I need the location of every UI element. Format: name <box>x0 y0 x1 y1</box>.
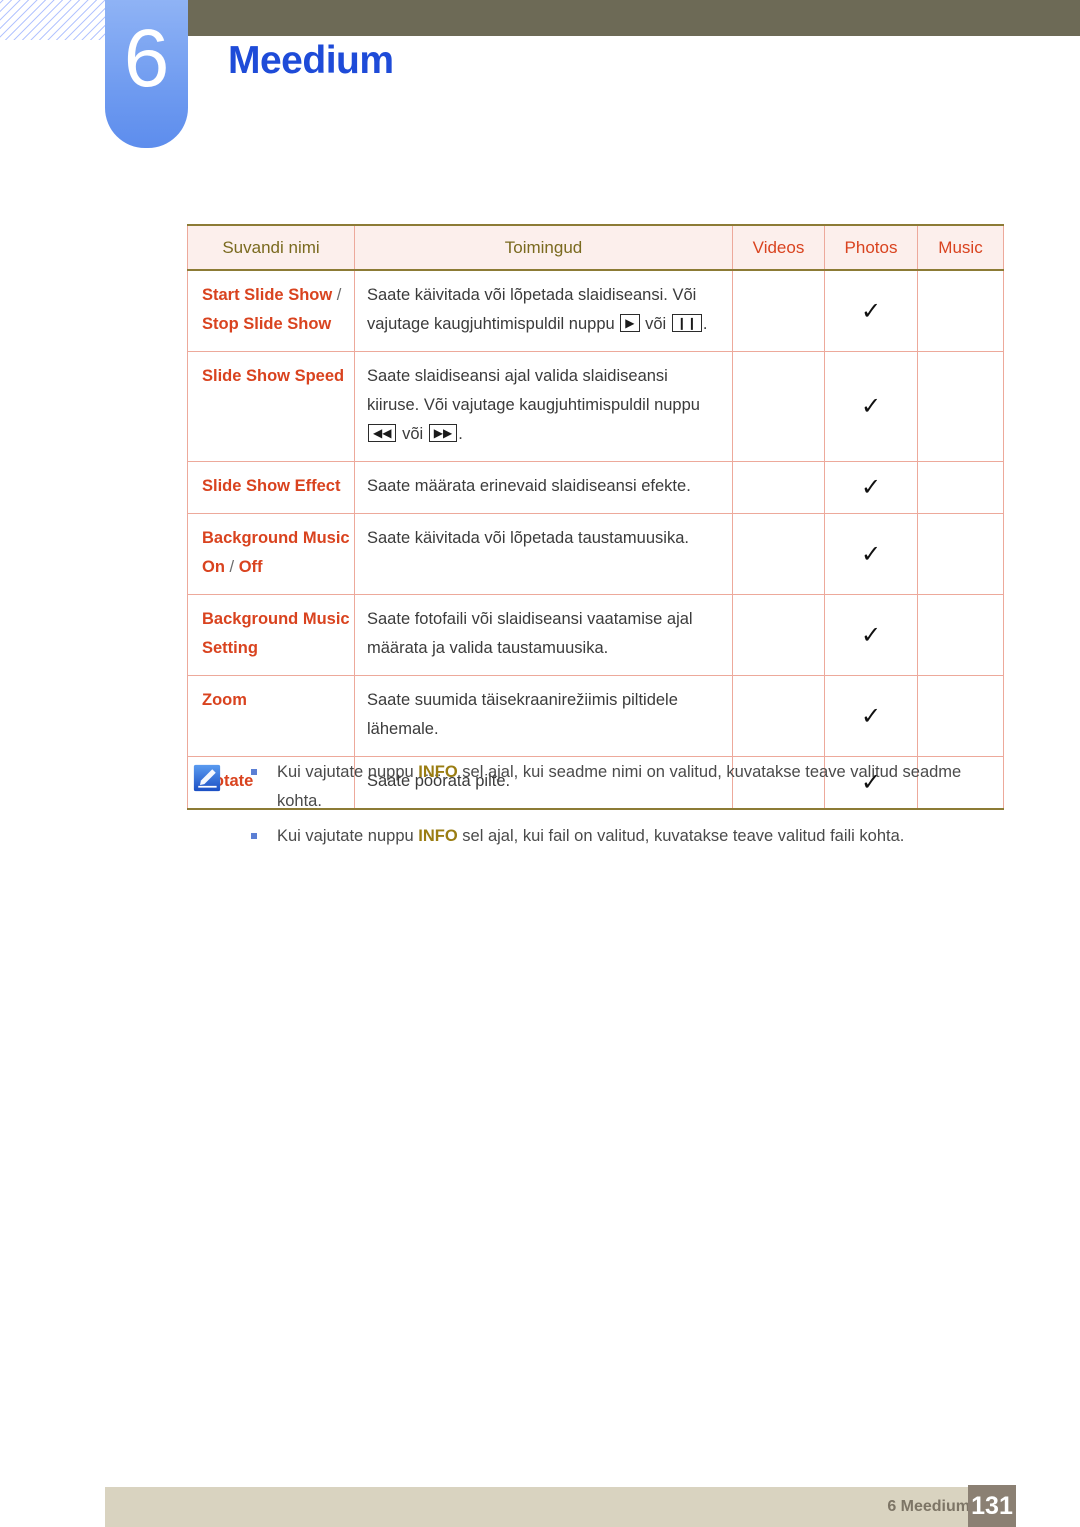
support-music-cell <box>917 269 1004 352</box>
action-text-line-2: lähemale. <box>367 720 439 738</box>
table-row: Start Slide Show / Stop Slide Show Saate… <box>187 269 1004 352</box>
action-text-line-1: Saate slaidiseansi ajal valida slaidisea… <box>367 367 668 385</box>
chapter-number: 6 <box>123 13 170 104</box>
action-cell: Saate käivitada või lõpetada slaidiseans… <box>354 269 733 352</box>
option-name-part-2: Off <box>238 558 263 576</box>
action-text-line-1: Saate käivitada või lõpetada slaidiseans… <box>367 286 697 304</box>
note-text-pre: Kui vajutate nuppu <box>277 763 419 781</box>
action-conjunction: või <box>645 315 667 333</box>
support-photos-cell: ✓ <box>824 461 918 514</box>
column-header-music: Music <box>917 224 1004 271</box>
bullet-icon <box>251 833 257 839</box>
footer-chapter-label: 6 Meedium <box>887 1498 970 1515</box>
page-title: Meedium <box>228 39 394 82</box>
option-name-part-1: Slide Show Speed <box>202 367 345 385</box>
info-key-label: INFO <box>418 763 458 781</box>
note-text-post: sel ajal, kui fail on valitud, kuvatakse… <box>457 827 905 845</box>
rewind-icon: ◀◀ <box>368 424 397 442</box>
list-item: Kui vajutate nuppu INFO sel ajal, kui se… <box>245 758 1003 816</box>
option-name-cell: Slide Show Effect <box>187 461 355 514</box>
action-text-line-2: kiiruse. Või vajutage kaugjuhtimispuldil… <box>367 396 700 414</box>
support-videos-cell <box>732 351 825 462</box>
action-text-line-2: määrata ja valida taustamuusika. <box>367 639 609 657</box>
action-text-line-1: Saate käivitada või lõpetada taustamuusi… <box>367 529 689 547</box>
media-options-table: Suvandi nimi Toimingud Videos Photos Mus… <box>187 224 1004 810</box>
table-row: Slide Show Speed Saate slaidiseansi ajal… <box>187 351 1004 462</box>
support-photos-cell: ✓ <box>824 675 918 757</box>
support-videos-cell <box>732 594 825 676</box>
pause-icon: ❙❙ <box>671 314 702 332</box>
support-music-cell <box>917 513 1004 595</box>
option-name-part-1: Zoom <box>202 691 247 709</box>
action-text-line-1: Saate suumida täisekraanirežiimis piltid… <box>367 691 678 709</box>
footer-bar <box>105 1487 975 1527</box>
note-pencil-icon <box>193 764 221 792</box>
option-name-part-1: Start Slide Show <box>202 286 333 304</box>
option-name-part-1: Background Music Setting <box>202 610 350 657</box>
option-name-separator: / <box>224 558 239 576</box>
support-videos-cell <box>732 675 825 757</box>
table-row: Slide Show Effect Saate määrata erinevai… <box>187 461 1004 514</box>
table-row: Background Music On / Off Saate käivitad… <box>187 513 1004 595</box>
column-header-actions: Toimingud <box>354 224 733 271</box>
support-music-cell <box>917 461 1004 514</box>
option-name-part-1: Slide Show Effect <box>202 477 341 495</box>
option-name-cell: Start Slide Show / Stop Slide Show <box>187 269 355 352</box>
decorative-diagonal-pattern <box>0 0 108 40</box>
support-videos-cell <box>732 461 825 514</box>
info-key-label: INFO <box>418 827 458 845</box>
support-music-cell <box>917 675 1004 757</box>
column-header-videos: Videos <box>732 224 825 271</box>
support-videos-cell <box>732 269 825 352</box>
action-cell: Saate määrata erinevaid slaidiseansi efe… <box>354 461 733 514</box>
action-text-end: . <box>702 315 708 333</box>
table-header-row: Suvandi nimi Toimingud Videos Photos Mus… <box>187 224 1004 271</box>
footer-page-number: 131 <box>968 1485 1016 1527</box>
action-text-line-1: Saate määrata erinevaid slaidiseansi efe… <box>367 477 691 495</box>
note-list: Kui vajutate nuppu INFO sel ajal, kui se… <box>245 758 1003 851</box>
action-text-line-2: vajutage kaugjuhtimispuldil nuppu <box>367 315 615 333</box>
action-text-end: . <box>458 425 463 443</box>
fast-forward-icon: ▶▶ <box>428 424 458 442</box>
support-videos-cell <box>732 513 825 595</box>
support-photos-cell: ✓ <box>824 351 918 462</box>
option-name-cell: Slide Show Speed <box>187 351 355 462</box>
support-music-cell <box>917 594 1004 676</box>
action-cell: Saate slaidiseansi ajal valida slaidisea… <box>354 351 733 462</box>
action-cell: Saate suumida täisekraanirežiimis piltid… <box>354 675 733 757</box>
action-conjunction: või <box>402 425 424 443</box>
action-cell: Saate fotofaili või slaidiseansi vaatami… <box>354 594 733 676</box>
table-row: Background Music Setting Saate fotofaili… <box>187 594 1004 676</box>
option-name-cell: Background Music Setting <box>187 594 355 676</box>
option-name-separator: / <box>332 286 342 304</box>
table-row: Zoom Saate suumida täisekraanirežiimis p… <box>187 675 1004 757</box>
bullet-icon <box>251 769 257 775</box>
option-name-part-2: Stop Slide Show <box>202 315 332 333</box>
note-text-pre: Kui vajutate nuppu <box>277 827 419 845</box>
note-block: Kui vajutate nuppu INFO sel ajal, kui se… <box>187 758 1003 857</box>
action-text-line-1: Saate fotofaili või slaidiseansi vaatami… <box>367 610 693 628</box>
support-music-cell <box>917 351 1004 462</box>
play-icon: ▶ <box>620 314 640 332</box>
option-name-cell: Background Music On / Off <box>187 513 355 595</box>
column-header-photos: Photos <box>824 224 918 271</box>
option-name-cell: Zoom <box>187 675 355 757</box>
support-photos-cell: ✓ <box>824 513 918 595</box>
column-header-option-name: Suvandi nimi <box>187 224 355 271</box>
support-photos-cell: ✓ <box>824 594 918 676</box>
list-item: Kui vajutate nuppu INFO sel ajal, kui fa… <box>245 822 1003 851</box>
header-band <box>187 0 1080 36</box>
action-cell: Saate käivitada või lõpetada taustamuusi… <box>354 513 733 595</box>
support-photos-cell: ✓ <box>824 269 918 352</box>
